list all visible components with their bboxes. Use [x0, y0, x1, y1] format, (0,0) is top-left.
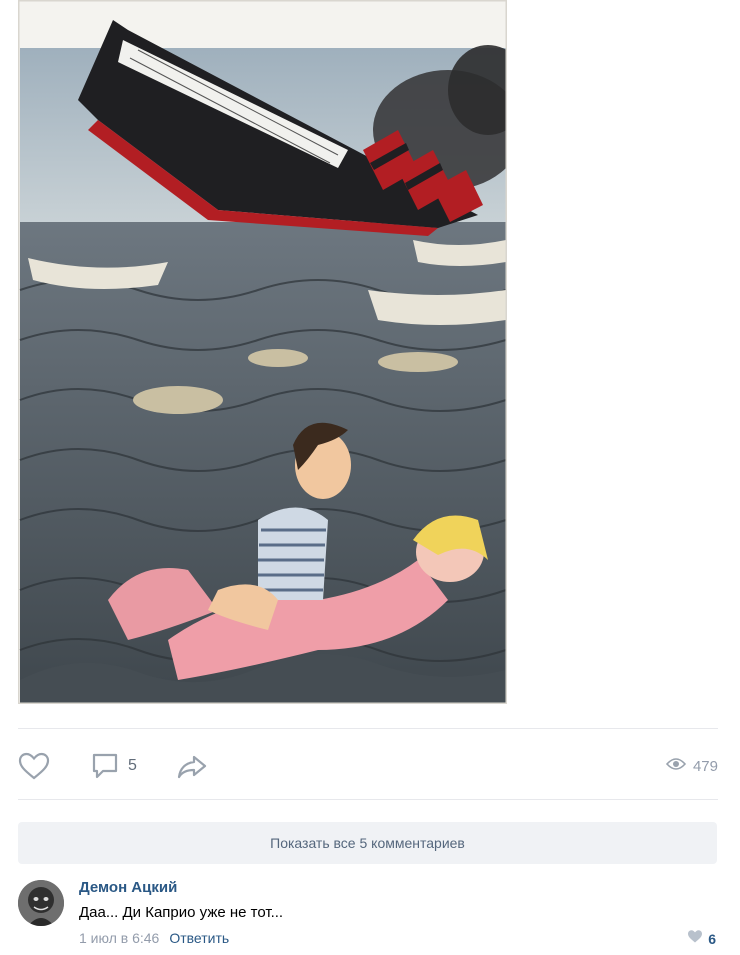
share-button[interactable]	[176, 748, 208, 784]
like-heart-icon	[18, 751, 50, 781]
show-all-comments-button[interactable]: Показать все 5 комментариев	[18, 822, 717, 864]
comment-author[interactable]: Демон Ацкий	[79, 879, 177, 896]
comment-button[interactable]: 5	[90, 748, 137, 784]
views-counter: 479	[665, 748, 718, 784]
post-actions-bar: 5 479	[18, 748, 718, 784]
views-count: 479	[692, 757, 718, 775]
post-divider-bottom	[18, 799, 718, 800]
comment-likes-count: 6	[708, 930, 716, 947]
comment-like-heart-icon	[687, 929, 703, 948]
comment-meta: 1 июл в 6:46 Ответить	[79, 930, 229, 946]
comment-bubble-icon	[90, 751, 120, 781]
reply-link[interactable]: Ответить	[169, 930, 229, 946]
eye-icon	[665, 757, 687, 776]
comment-like-button[interactable]: 6	[687, 929, 716, 948]
avatar[interactable]	[18, 880, 64, 926]
share-arrow-icon	[176, 751, 208, 781]
post-image[interactable]	[18, 0, 507, 704]
comments-count: 5	[128, 757, 137, 774]
post-divider-top	[18, 728, 718, 729]
comment-text: Даа... Ди Каприо уже не тот...	[79, 904, 284, 921]
comment-date[interactable]: 1 июл в 6:46	[79, 930, 159, 946]
like-button[interactable]	[18, 748, 50, 784]
